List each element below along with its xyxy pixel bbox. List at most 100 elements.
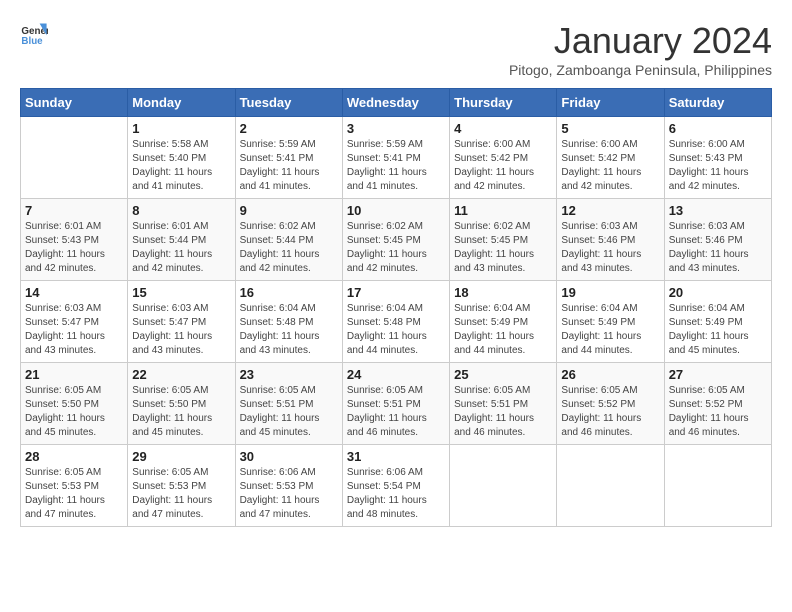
day-info: Sunrise: 6:06 AM Sunset: 5:53 PM Dayligh… [240, 466, 338, 522]
day-number: 26 [561, 367, 659, 382]
day-number: 27 [669, 367, 767, 382]
day-number: 8 [132, 203, 230, 218]
header-cell-saturday: Saturday [664, 89, 771, 117]
week-row-4: 21 Sunrise: 6:05 AM Sunset: 5:50 PM Dayli… [21, 363, 772, 445]
day-info: Sunrise: 6:01 AM Sunset: 5:44 PM Dayligh… [132, 220, 230, 276]
day-cell [664, 445, 771, 527]
day-cell: 30 Sunrise: 6:06 AM Sunset: 5:53 PM Dayli… [235, 445, 342, 527]
day-cell: 22 Sunrise: 6:05 AM Sunset: 5:50 PM Dayli… [128, 363, 235, 445]
day-cell: 11 Sunrise: 6:02 AM Sunset: 5:45 PM Dayli… [450, 199, 557, 281]
day-cell: 3 Sunrise: 5:59 AM Sunset: 5:41 PM Daylig… [342, 117, 449, 199]
day-cell: 29 Sunrise: 6:05 AM Sunset: 5:53 PM Dayli… [128, 445, 235, 527]
week-row-1: 1 Sunrise: 5:58 AM Sunset: 5:40 PM Daylig… [21, 117, 772, 199]
day-info: Sunrise: 6:00 AM Sunset: 5:42 PM Dayligh… [561, 138, 659, 194]
day-cell: 14 Sunrise: 6:03 AM Sunset: 5:47 PM Dayli… [21, 281, 128, 363]
day-number: 13 [669, 203, 767, 218]
day-info: Sunrise: 6:02 AM Sunset: 5:44 PM Dayligh… [240, 220, 338, 276]
day-cell: 31 Sunrise: 6:06 AM Sunset: 5:54 PM Dayli… [342, 445, 449, 527]
day-cell: 27Sunrise: 6:05 AM Sunset: 5:52 PM Dayli… [664, 363, 771, 445]
day-cell: 23 Sunrise: 6:05 AM Sunset: 5:51 PM Dayli… [235, 363, 342, 445]
title-block: January 2024 Pitogo, Zamboanga Peninsula… [509, 20, 772, 78]
day-info: Sunrise: 5:59 AM Sunset: 5:41 PM Dayligh… [347, 138, 445, 194]
day-cell: 5Sunrise: 6:00 AM Sunset: 5:42 PM Daylig… [557, 117, 664, 199]
day-cell: 8 Sunrise: 6:01 AM Sunset: 5:44 PM Daylig… [128, 199, 235, 281]
header-cell-friday: Friday [557, 89, 664, 117]
day-cell: 21 Sunrise: 6:05 AM Sunset: 5:50 PM Dayli… [21, 363, 128, 445]
day-number: 11 [454, 203, 552, 218]
day-info: Sunrise: 6:03 AM Sunset: 5:47 PM Dayligh… [132, 302, 230, 358]
day-number: 20 [669, 285, 767, 300]
header-row: SundayMondayTuesdayWednesdayThursdayFrid… [21, 89, 772, 117]
day-number: 21 [25, 367, 123, 382]
day-info: Sunrise: 6:05 AM Sunset: 5:52 PM Dayligh… [561, 384, 659, 440]
day-info: Sunrise: 6:01 AM Sunset: 5:43 PM Dayligh… [25, 220, 123, 276]
day-info: Sunrise: 6:03 AM Sunset: 5:46 PM Dayligh… [561, 220, 659, 276]
day-cell: 19Sunrise: 6:04 AM Sunset: 5:49 PM Dayli… [557, 281, 664, 363]
day-number: 30 [240, 449, 338, 464]
day-info: Sunrise: 6:02 AM Sunset: 5:45 PM Dayligh… [347, 220, 445, 276]
day-cell: 2 Sunrise: 5:59 AM Sunset: 5:41 PM Daylig… [235, 117, 342, 199]
day-cell: 15 Sunrise: 6:03 AM Sunset: 5:47 PM Dayli… [128, 281, 235, 363]
logo: General Blue [20, 20, 48, 48]
day-number: 28 [25, 449, 123, 464]
day-number: 3 [347, 121, 445, 136]
day-info: Sunrise: 6:04 AM Sunset: 5:48 PM Dayligh… [347, 302, 445, 358]
week-row-5: 28 Sunrise: 6:05 AM Sunset: 5:53 PM Dayli… [21, 445, 772, 527]
day-cell: 26 Sunrise: 6:05 AM Sunset: 5:52 PM Dayli… [557, 363, 664, 445]
day-cell: 4 Sunrise: 6:00 AM Sunset: 5:42 PM Daylig… [450, 117, 557, 199]
page-header: General Blue January 2024 Pitogo, Zamboa… [20, 20, 772, 78]
day-cell: 12 Sunrise: 6:03 AM Sunset: 5:46 PM Dayli… [557, 199, 664, 281]
day-cell: 20Sunrise: 6:04 AM Sunset: 5:49 PM Dayli… [664, 281, 771, 363]
day-number: 1 [132, 121, 230, 136]
day-number: 14 [25, 285, 123, 300]
day-number: 16 [240, 285, 338, 300]
logo-icon: General Blue [20, 20, 48, 48]
day-info: Sunrise: 6:05 AM Sunset: 5:50 PM Dayligh… [25, 384, 123, 440]
week-row-3: 14 Sunrise: 6:03 AM Sunset: 5:47 PM Dayli… [21, 281, 772, 363]
day-info: Sunrise: 6:05 AM Sunset: 5:53 PM Dayligh… [25, 466, 123, 522]
day-cell: 17 Sunrise: 6:04 AM Sunset: 5:48 PM Dayli… [342, 281, 449, 363]
location-subtitle: Pitogo, Zamboanga Peninsula, Philippines [509, 62, 772, 78]
header-cell-thursday: Thursday [450, 89, 557, 117]
day-info: Sunrise: 6:04 AM Sunset: 5:49 PM Dayligh… [454, 302, 552, 358]
day-info: Sunrise: 6:00 AM Sunset: 5:42 PM Dayligh… [454, 138, 552, 194]
day-number: 10 [347, 203, 445, 218]
day-number: 15 [132, 285, 230, 300]
day-number: 12 [561, 203, 659, 218]
day-number: 4 [454, 121, 552, 136]
day-cell: 7Sunrise: 6:01 AM Sunset: 5:43 PM Daylig… [21, 199, 128, 281]
day-info: Sunrise: 6:02 AM Sunset: 5:45 PM Dayligh… [454, 220, 552, 276]
day-info: Sunrise: 5:58 AM Sunset: 5:40 PM Dayligh… [132, 138, 230, 194]
day-number: 18 [454, 285, 552, 300]
svg-text:Blue: Blue [21, 36, 43, 47]
day-number: 17 [347, 285, 445, 300]
day-number: 25 [454, 367, 552, 382]
day-cell: 13Sunrise: 6:03 AM Sunset: 5:46 PM Dayli… [664, 199, 771, 281]
day-info: Sunrise: 5:59 AM Sunset: 5:41 PM Dayligh… [240, 138, 338, 194]
header-cell-sunday: Sunday [21, 89, 128, 117]
day-info: Sunrise: 6:04 AM Sunset: 5:48 PM Dayligh… [240, 302, 338, 358]
header-cell-tuesday: Tuesday [235, 89, 342, 117]
day-cell: 9Sunrise: 6:02 AM Sunset: 5:44 PM Daylig… [235, 199, 342, 281]
day-number: 23 [240, 367, 338, 382]
day-info: Sunrise: 6:00 AM Sunset: 5:43 PM Dayligh… [669, 138, 767, 194]
day-cell: 16 Sunrise: 6:04 AM Sunset: 5:48 PM Dayli… [235, 281, 342, 363]
day-info: Sunrise: 6:05 AM Sunset: 5:50 PM Dayligh… [132, 384, 230, 440]
day-info: Sunrise: 6:04 AM Sunset: 5:49 PM Dayligh… [561, 302, 659, 358]
day-info: Sunrise: 6:05 AM Sunset: 5:51 PM Dayligh… [240, 384, 338, 440]
day-cell: 24Sunrise: 6:05 AM Sunset: 5:51 PM Dayli… [342, 363, 449, 445]
day-number: 31 [347, 449, 445, 464]
day-cell [557, 445, 664, 527]
day-number: 29 [132, 449, 230, 464]
day-info: Sunrise: 6:06 AM Sunset: 5:54 PM Dayligh… [347, 466, 445, 522]
day-info: Sunrise: 6:03 AM Sunset: 5:47 PM Dayligh… [25, 302, 123, 358]
month-title: January 2024 [509, 20, 772, 62]
day-cell: 18 Sunrise: 6:04 AM Sunset: 5:49 PM Dayli… [450, 281, 557, 363]
day-info: Sunrise: 6:05 AM Sunset: 5:51 PM Dayligh… [454, 384, 552, 440]
day-number: 22 [132, 367, 230, 382]
day-info: Sunrise: 6:05 AM Sunset: 5:53 PM Dayligh… [132, 466, 230, 522]
header-cell-wednesday: Wednesday [342, 89, 449, 117]
calendar-table: SundayMondayTuesdayWednesdayThursdayFrid… [20, 88, 772, 527]
day-cell [450, 445, 557, 527]
day-number: 2 [240, 121, 338, 136]
